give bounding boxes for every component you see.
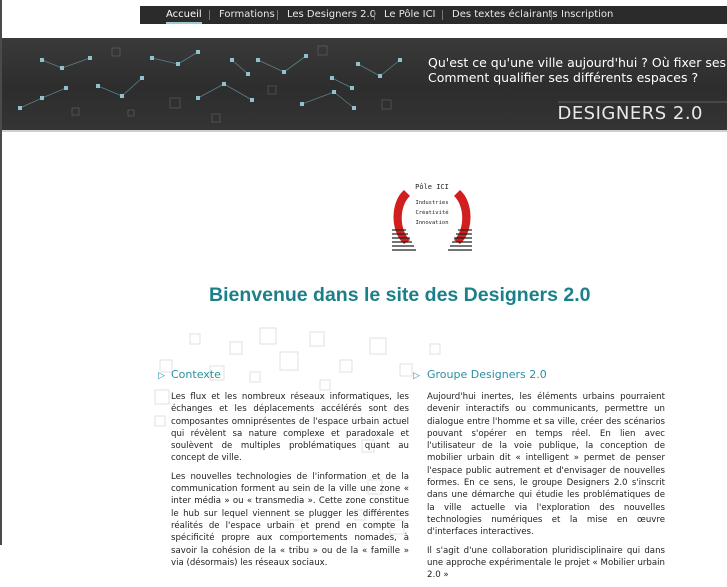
groupe-arrow-icon: ▷ [413, 370, 420, 380]
groupe-heading[interactable]: Groupe Designers 2.0 [427, 368, 547, 381]
banner-question-1: Qu'est ce qu'une ville aujourd'hui ? Où … [428, 55, 727, 70]
nav-item-inscription[interactable]: Inscription [561, 6, 613, 24]
banner-divider [2, 130, 727, 132]
nav-separator [551, 10, 552, 20]
welcome-title: Bienvenue dans le site des Designers 2.0 [209, 284, 591, 306]
nav-item-designers[interactable]: Les Designers 2.0 [287, 6, 376, 24]
logo-line-2: Créativité [415, 209, 448, 216]
banner-question-2: Comment qualifier ses différents espaces… [428, 70, 699, 85]
pole-ici-logo: Pôle ICI Industries Créativité Innovatio… [392, 183, 472, 251]
nav-separator [374, 10, 375, 20]
contexte-text: Les flux et les nombreux réseaux informa… [171, 391, 409, 575]
contexte-paragraph: Les nouvelles technologies de l'informat… [171, 471, 409, 568]
top-navigation: Accueil Formations Les Designers 2.0 Le … [140, 6, 727, 24]
groupe-paragraph: Il s'agit d'une collaboration pluridisci… [427, 545, 665, 581]
logo-line-1: Industries [415, 200, 448, 206]
contexte-arrow-icon: ▷ [158, 370, 165, 380]
logo-title: Pôle ICI [415, 183, 449, 191]
nav-separator [209, 10, 210, 20]
header-banner: Qu'est ce qu'une ville aujourd'hui ? Où … [2, 38, 727, 130]
nav-item-pole-ici[interactable]: Le Pôle ICI [384, 6, 436, 24]
nav-item-textes[interactable]: Des textes éclairants [452, 6, 558, 24]
nav-item-accueil[interactable]: Accueil [166, 6, 202, 24]
nav-separator [277, 10, 278, 20]
groupe-text: Aujourd'hui inertes, les éléments urbain… [427, 391, 665, 587]
nav-item-formations[interactable]: Formations [219, 6, 275, 24]
contexte-heading[interactable]: Contexte [171, 368, 221, 381]
banner-brand: DESIGNERS 2.0 [557, 103, 703, 124]
nav-separator [442, 10, 443, 20]
logo-line-3: Innovation [415, 220, 448, 226]
contexte-paragraph: Les flux et les nombreux réseaux informa… [171, 392, 409, 464]
groupe-paragraph: Aujourd'hui inertes, les éléments urbain… [427, 392, 665, 538]
